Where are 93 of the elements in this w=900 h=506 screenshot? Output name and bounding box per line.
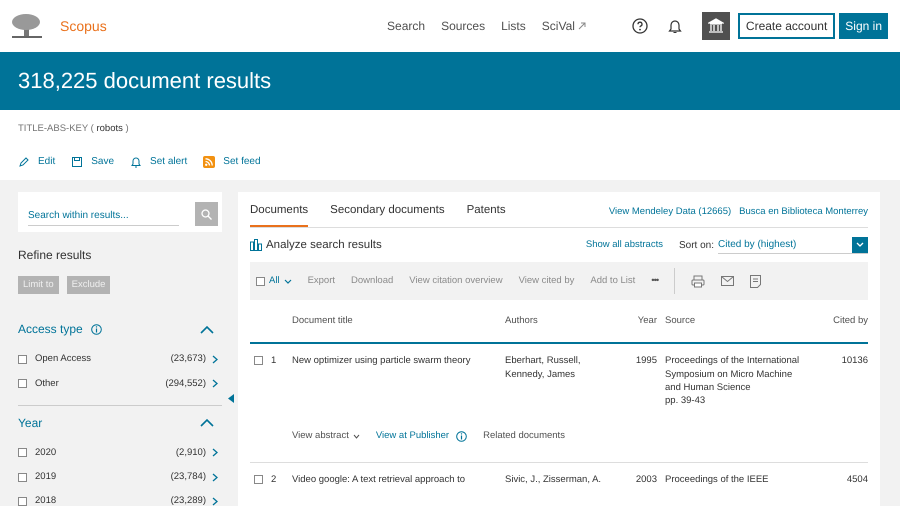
row-action-link[interactable]: View at Publisher [376, 429, 468, 444]
document-icon[interactable] [750, 274, 762, 288]
collapse-sidebar-icon[interactable] [228, 394, 234, 403]
column-header[interactable]: Authors [505, 314, 623, 328]
tab[interactable]: Secondary documents [330, 192, 445, 228]
analyze-link[interactable]: Analyze search results [250, 236, 382, 254]
authors-cell: Eberhart, Russell, Kennedy, James [505, 355, 581, 380]
facet-count: (23,784) [170, 470, 206, 484]
collapse-icon[interactable] [200, 418, 214, 428]
sign-in-button[interactable]: Sign in [839, 13, 888, 39]
checkbox[interactable] [256, 276, 265, 286]
header-link[interactable]: Busca en Biblioteca Monterrey [739, 205, 868, 220]
checkbox[interactable] [18, 472, 27, 482]
facet-option: 2019 [35, 470, 56, 484]
facet-count: (294,552) [165, 376, 206, 390]
row-action-link[interactable]: Related documents [483, 429, 565, 444]
refine-heading: Refine results [18, 247, 92, 264]
results-heading: 318,225 document results [18, 68, 272, 94]
tree-logo-icon [10, 13, 44, 39]
save-icon [71, 156, 84, 168]
mail-icon[interactable] [721, 276, 734, 286]
create-account-button[interactable]: Create account [738, 13, 836, 39]
facet-count: (23,673) [170, 352, 206, 366]
info-icon [456, 431, 468, 442]
logo-text[interactable]: Scopus [60, 16, 107, 36]
document-title-link[interactable]: Video google: A text retrieval approach to [292, 472, 505, 486]
facet-title[interactable]: Year [18, 414, 42, 432]
checkbox[interactable] [18, 379, 27, 388]
info-icon[interactable] [90, 324, 102, 335]
query-action-link[interactable]: Set feed [203, 154, 261, 170]
institution-button[interactable] [702, 12, 730, 40]
chevron-down-icon [856, 242, 864, 248]
query-action-link[interactable]: Set alert [130, 154, 188, 170]
bar-chart-icon [250, 239, 262, 252]
chevron-down-icon [284, 278, 292, 284]
external-link-icon [578, 22, 586, 30]
sort-label: Sort on: [678, 238, 714, 253]
row-number: 1 [271, 354, 276, 368]
nav-link[interactable]: Lists [501, 17, 526, 35]
checkbox[interactable] [254, 356, 263, 366]
cited-by-cell: 4504 [846, 474, 868, 485]
year-cell: 2003 [636, 474, 657, 485]
facet-title[interactable]: Access type [18, 320, 83, 338]
show-abstracts-link[interactable]: Show all abstracts [586, 238, 663, 252]
column-header[interactable]: Document title [292, 314, 505, 328]
chevron-right-icon[interactable] [212, 496, 218, 506]
cited-by-cell: 10136 [842, 355, 868, 366]
checkbox[interactable] [18, 448, 27, 458]
authors-cell: Sivic, J., Zisserman, A. [505, 474, 602, 485]
checkbox[interactable] [254, 474, 263, 484]
sort-dropdown[interactable]: Cited by (highest) [718, 236, 868, 254]
column-header[interactable]: Cited by [805, 314, 868, 328]
query-action-link[interactable]: Edit [18, 154, 56, 170]
nav-link[interactable]: Search [387, 17, 426, 35]
chevron-right-icon[interactable] [212, 379, 218, 388]
pages-text: pp. 39-43 [665, 394, 706, 408]
facet-option: 2018 [35, 494, 56, 506]
bell-icon [130, 156, 142, 168]
checkbox[interactable] [18, 496, 27, 506]
column-header[interactable]: Year [623, 314, 657, 328]
select-all-dropdown[interactable]: All [269, 274, 292, 288]
row-number: 2 [271, 472, 276, 486]
rss-icon [203, 156, 216, 168]
facet-count: (2,910) [176, 446, 206, 460]
facet-option: 2020 [35, 446, 56, 460]
tab[interactable]: Patents [466, 192, 506, 228]
help-icon[interactable] [632, 18, 648, 34]
year-cell: 1995 [636, 355, 657, 366]
header-link[interactable]: View Mendeley Data (12665) [608, 205, 732, 220]
chevron-right-icon[interactable] [212, 472, 218, 482]
nav-link[interactable]: SciVal [542, 17, 586, 35]
edit-icon [18, 156, 30, 168]
source-cell-text: Proceedings of the IEEE [665, 472, 770, 486]
row-action-link[interactable]: View abstract [292, 429, 360, 444]
column-header[interactable]: Source [665, 314, 805, 328]
print-icon[interactable] [691, 274, 706, 288]
more-button[interactable]: ••• [651, 274, 658, 288]
search-query: TITLE-ABS-KEY ( robots ) [18, 122, 130, 136]
facet-option: Other [35, 376, 59, 391]
facet-option: Open Access [35, 352, 91, 366]
chevron-right-icon[interactable] [212, 448, 218, 458]
collapse-icon[interactable] [200, 324, 214, 334]
checkbox[interactable] [18, 354, 27, 364]
institution-icon [708, 18, 724, 34]
chevron-down-icon [352, 434, 360, 440]
document-title-link[interactable]: New optimizer using particle swarm theory [292, 354, 505, 368]
search-icon [200, 208, 212, 220]
nav-link[interactable]: Sources [441, 17, 486, 35]
facet-count: (23,289) [170, 494, 206, 506]
query-action-link[interactable]: Save [71, 154, 114, 170]
chevron-right-icon[interactable] [212, 354, 218, 364]
tab[interactable]: Documents [250, 192, 308, 228]
bell-icon[interactable] [668, 18, 682, 34]
